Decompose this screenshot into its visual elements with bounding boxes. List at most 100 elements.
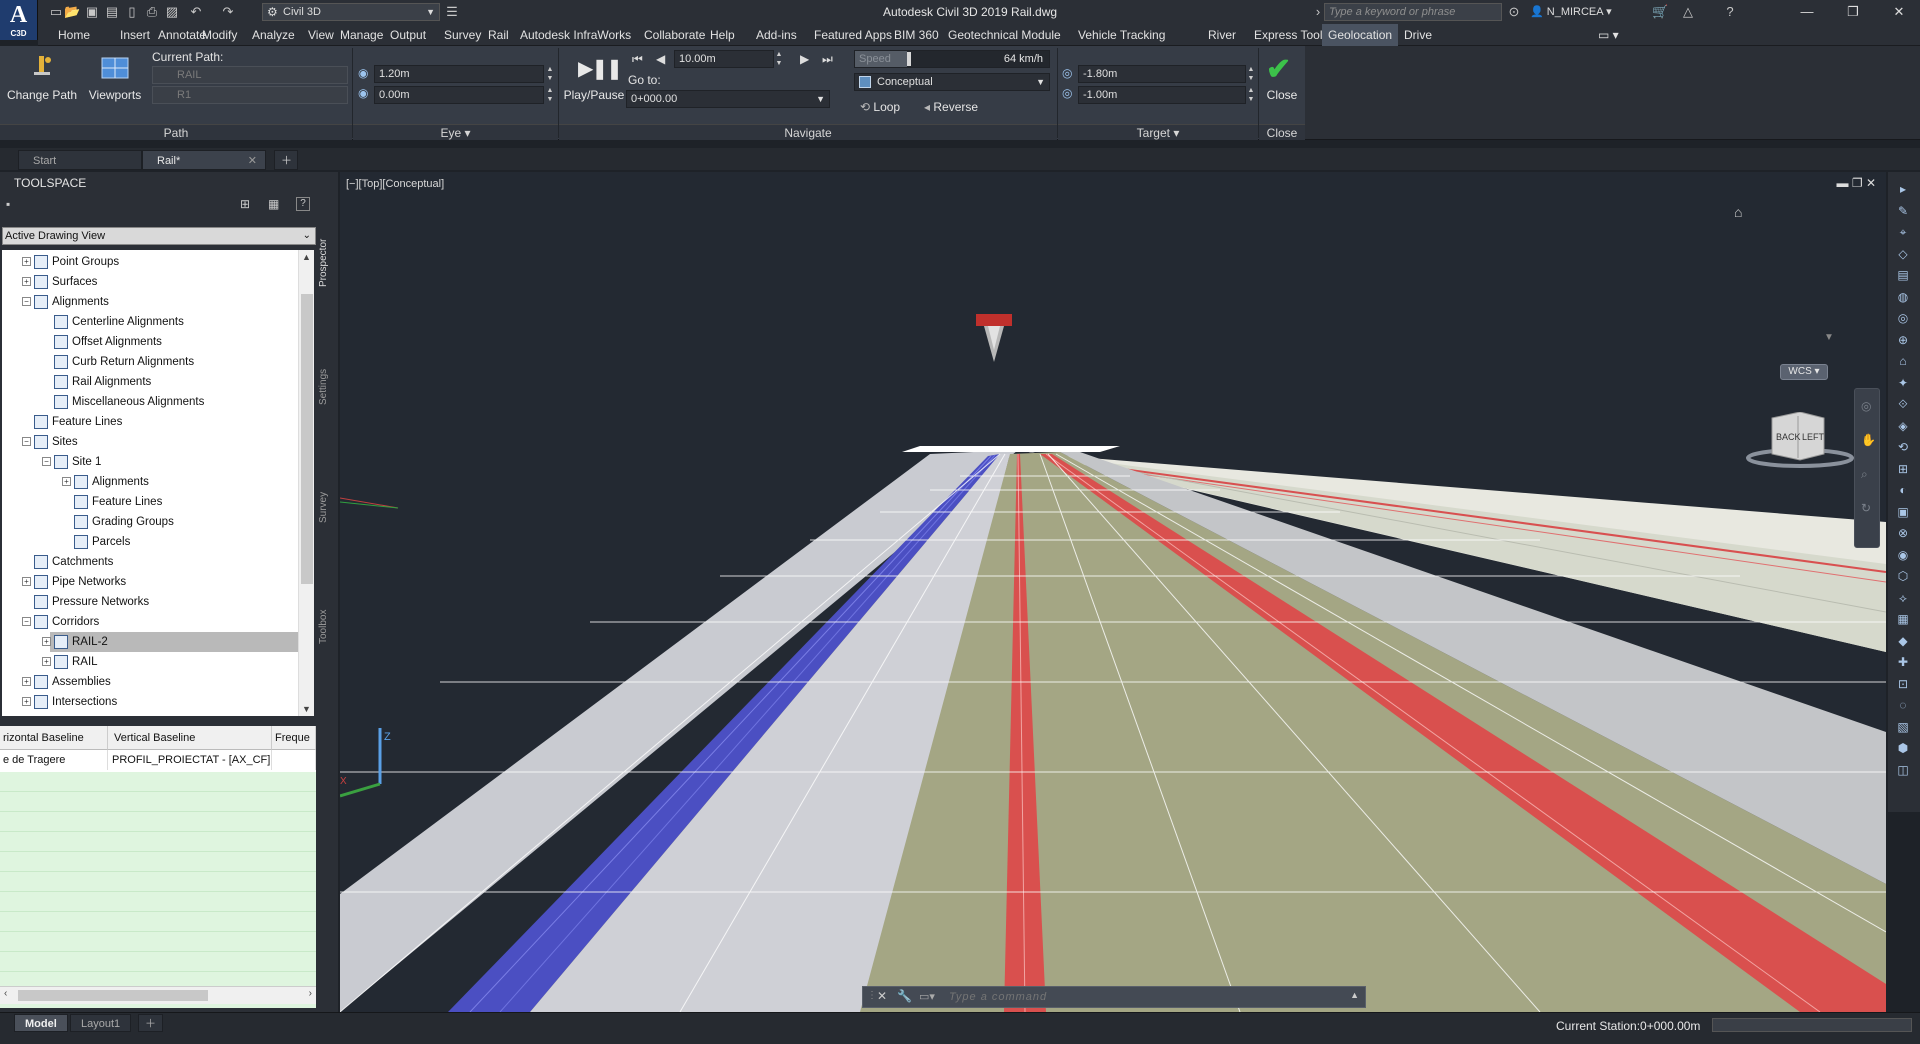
tool-icon-9[interactable]: ⌂: [1894, 352, 1912, 370]
viewcube[interactable]: BACK LEFT: [1740, 411, 1860, 475]
close-tab-icon[interactable]: ✕: [248, 151, 257, 171]
tree-item-surfaces[interactable]: Surfaces: [30, 272, 298, 292]
tool-icon-5[interactable]: ▤: [1894, 266, 1912, 284]
grid-scrollbar[interactable]: ‹ ›: [0, 986, 316, 1004]
tree-item-alignments[interactable]: Alignments: [30, 292, 298, 312]
restore-icon[interactable]: ❐: [1830, 0, 1876, 24]
drawing-viewport[interactable]: Z X [−][Top][Conceptual] ▬ ❐ ✕ ⌂ BACK LE…: [340, 172, 1886, 1012]
target-panel-title[interactable]: Target ▾: [1058, 124, 1258, 140]
expand-icon[interactable]: +: [62, 477, 71, 486]
viewports-button[interactable]: Viewports: [84, 88, 146, 102]
tab-rail[interactable]: Rail* ✕: [142, 150, 266, 170]
tree-item-curb-return-alignments[interactable]: Curb Return Alignments: [50, 352, 298, 372]
tool-icon-15[interactable]: ◐: [1894, 481, 1912, 499]
viewport-controls-label[interactable]: [−][Top][Conceptual]: [346, 178, 444, 190]
tree-view-icon[interactable]: ⊞: [240, 197, 250, 211]
expand-icon[interactable]: +: [22, 257, 31, 266]
menu-item-geolocation[interactable]: Geolocation: [1322, 24, 1399, 46]
skip-start-icon[interactable]: ⏮: [632, 52, 643, 67]
tree-item-grading-groups[interactable]: Grading Groups: [70, 512, 298, 532]
help-icon[interactable]: ?: [1722, 4, 1738, 20]
tree-item-assemblies[interactable]: Assemblies: [30, 672, 298, 692]
tool-icon-20[interactable]: ⟡: [1894, 589, 1912, 607]
tool-icon-7[interactable]: ◎: [1894, 309, 1912, 327]
tree-item-rail-2[interactable]: RAIL-2: [50, 632, 298, 652]
change-path-icon[interactable]: [30, 54, 54, 82]
scroll-right-icon[interactable]: ›: [309, 988, 312, 999]
binoculars-icon[interactable]: ⊙: [1506, 4, 1522, 20]
item-view-icon[interactable]: ▦: [268, 197, 279, 211]
save-icon[interactable]: ▣: [84, 4, 100, 20]
viewcube-back[interactable]: BACK: [1776, 432, 1801, 442]
menu-item-add-ins[interactable]: Add-ins: [750, 24, 803, 46]
new-tab-button[interactable]: ＋: [274, 150, 298, 170]
print-icon[interactable]: ⎙: [144, 4, 160, 20]
skip-end-icon[interactable]: ⏭: [822, 52, 833, 67]
wcs-menu[interactable]: WCS ▾: [1780, 364, 1828, 380]
viewports-icon[interactable]: [100, 54, 130, 82]
step-forward-icon[interactable]: ▶: [800, 52, 809, 66]
grid-empty-row[interactable]: [0, 812, 316, 832]
qat-menu-icon[interactable]: ☰: [444, 4, 460, 20]
tree-item-sites[interactable]: Sites: [30, 432, 298, 452]
grip-icon[interactable]: ⋮: [867, 990, 877, 1001]
restore-icon[interactable]: ❐: [1852, 176, 1866, 190]
grid-empty-row[interactable]: [0, 912, 316, 932]
scroll-left-icon[interactable]: ‹: [4, 988, 7, 999]
play-pause-icon[interactable]: ▶❚❚: [578, 56, 623, 81]
command-prompt-icon[interactable]: ▭▾: [919, 990, 935, 1003]
tree-item-intersections[interactable]: Intersections: [30, 692, 298, 712]
scroll-down-icon[interactable]: ▼: [302, 704, 311, 714]
step-distance-spinner[interactable]: ▲ ▼: [774, 50, 784, 68]
speed-slider-handle[interactable]: [907, 52, 911, 66]
tree-item-rail[interactable]: RAIL: [50, 652, 298, 672]
close-path-button[interactable]: Close: [1260, 88, 1304, 102]
menu-item-rail[interactable]: Rail: [482, 24, 515, 46]
menu-item-output[interactable]: Output: [384, 24, 432, 46]
search-input[interactable]: Type a keyword or phrase: [1324, 3, 1502, 21]
menu-item-home[interactable]: Home: [52, 24, 96, 46]
add-layout-button[interactable]: ＋: [138, 1014, 163, 1032]
home-icon[interactable]: ⌂: [1734, 204, 1742, 220]
collapse-icon[interactable]: −: [22, 297, 31, 306]
target-height-field[interactable]: -1.80m: [1078, 65, 1246, 83]
tool-icon-12[interactable]: ◈: [1894, 417, 1912, 435]
scroll-up-icon[interactable]: ▲: [302, 252, 311, 262]
customize-icon[interactable]: 🔧: [897, 989, 912, 1003]
tool-icon-19[interactable]: ⬡: [1894, 567, 1912, 585]
tool-icon-27[interactable]: ⬢: [1894, 739, 1912, 757]
eye-height-spinner[interactable]: ▲ ▼: [545, 65, 555, 83]
eye-offset-field[interactable]: 0.00m: [374, 86, 544, 104]
tree-item-offset-alignments[interactable]: Offset Alignments: [50, 332, 298, 352]
grid-empty-row[interactable]: [0, 952, 316, 972]
drawing-view-select[interactable]: Active Drawing View ⌄: [2, 227, 316, 245]
target-offset-field[interactable]: -1.00m: [1078, 86, 1246, 104]
a360-icon[interactable]: △: [1680, 4, 1696, 20]
tool-icon-23[interactable]: ✚: [1894, 653, 1912, 671]
save-as-icon[interactable]: ▤: [104, 4, 120, 20]
eye-panel-title[interactable]: Eye ▾: [353, 124, 558, 140]
column-header-frequency[interactable]: Freque: [272, 726, 316, 750]
close-icon[interactable]: ✕: [877, 989, 887, 1003]
menu-item-help[interactable]: Help: [704, 24, 741, 46]
menu-item-manage[interactable]: Manage: [334, 24, 389, 46]
tool-icon-22[interactable]: ◆: [1894, 632, 1912, 650]
goto-station-field[interactable]: 0+000.00 ▼: [626, 90, 830, 108]
workspace-select[interactable]: ⚙ Civil 3D ▼: [262, 3, 440, 21]
tool-icon-25[interactable]: ◌: [1894, 696, 1912, 714]
menu-item-geotechnical-module[interactable]: Geotechnical Module: [942, 24, 1067, 46]
tool-icon-21[interactable]: ▦: [1894, 610, 1912, 628]
column-header-vertical-baseline[interactable]: Vertical Baseline: [108, 726, 272, 750]
tree-item-point-groups[interactable]: Point Groups: [30, 252, 298, 272]
menu-item-drive[interactable]: Drive: [1398, 24, 1438, 46]
tool-icon-16[interactable]: ▣: [1894, 503, 1912, 521]
tool-icon-11[interactable]: ⟐: [1894, 395, 1912, 413]
command-history-icon[interactable]: ▲: [1350, 990, 1359, 1000]
tree-item-centerline-alignments[interactable]: Centerline Alignments: [50, 312, 298, 332]
grid-empty-row[interactable]: [0, 852, 316, 872]
scroll-thumb[interactable]: [301, 294, 313, 584]
collapse-icon[interactable]: −: [42, 457, 51, 466]
grid-empty-row[interactable]: [0, 872, 316, 892]
tab-survey[interactable]: Survey: [318, 472, 338, 542]
undo-icon[interactable]: ↶: [188, 4, 204, 20]
